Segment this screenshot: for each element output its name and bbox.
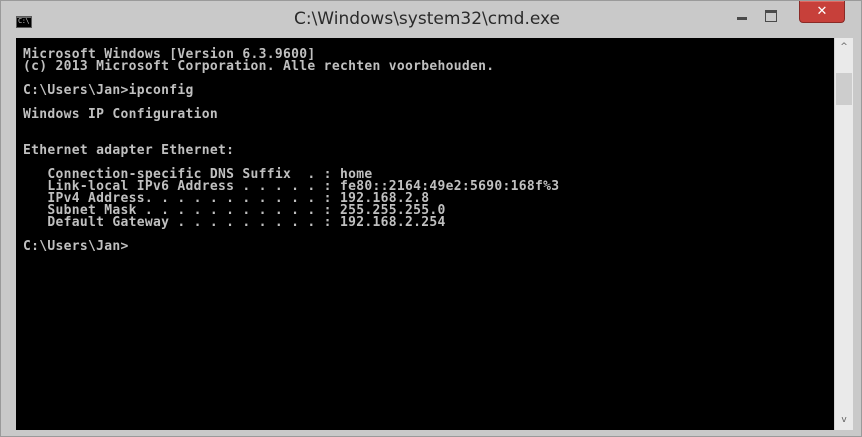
console-line: Windows IP Configuration [23, 107, 219, 122]
cmd-window: C:\ C:\Windows\system32\cmd.exe ✕ Micros… [0, 0, 862, 437]
maximize-icon [765, 10, 777, 22]
close-button[interactable]: ✕ [799, 1, 845, 23]
console-line: C:\Users\Jan> [23, 239, 129, 254]
console-line: Default Gateway . . . . . . . . . : 192.… [23, 215, 446, 230]
console-line: (c) 2013 Microsoft Corporation. Alle rec… [23, 59, 495, 74]
console-line: C:\Users\Jan>ipconfig [23, 83, 194, 98]
scrollbar-thumb[interactable] [836, 73, 852, 105]
scroll-down-arrow-icon[interactable]: v [835, 411, 853, 430]
scroll-up-arrow-icon[interactable]: ^ [835, 38, 853, 57]
minimize-button[interactable] [728, 7, 756, 27]
vertical-scrollbar[interactable]: ^ v [834, 38, 853, 430]
minimize-icon [737, 17, 747, 20]
console-text: Microsoft Windows [Version 6.3.9600] (c) … [23, 48, 559, 254]
maximize-button[interactable] [757, 7, 785, 27]
close-icon: ✕ [816, 4, 828, 19]
console-output-area[interactable]: Microsoft Windows [Version 6.3.9600] (c) … [16, 38, 834, 430]
title-bar[interactable]: C:\ C:\Windows\system32\cmd.exe ✕ [1, 1, 861, 38]
console-line: Ethernet adapter Ethernet: [23, 143, 235, 158]
